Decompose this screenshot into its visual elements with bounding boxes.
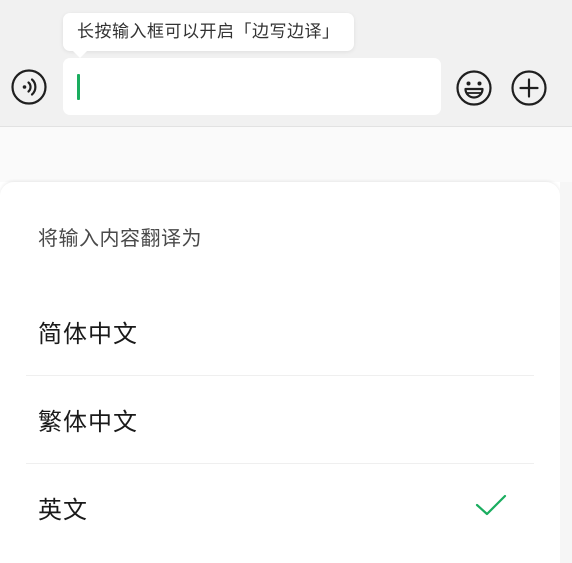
emoji-icon — [456, 70, 492, 106]
chat-input-bar: 长按输入框可以开启「边写边译」 — [0, 0, 572, 126]
checkmark-icon — [475, 494, 507, 516]
language-option-simplified-chinese[interactable]: 简体中文 — [0, 288, 560, 376]
hint-tooltip: 长按输入框可以开启「边写边译」 — [63, 13, 354, 51]
emoji-button[interactable] — [455, 69, 493, 107]
sheet-title: 将输入内容翻译为 — [38, 226, 202, 250]
background-edge — [560, 182, 572, 563]
plus-circle-icon — [511, 70, 547, 106]
more-actions-button[interactable] — [510, 69, 548, 107]
language-option-english[interactable]: 英文 — [0, 464, 560, 552]
background-gap — [0, 127, 572, 182]
language-option-label: 简体中文 — [38, 320, 138, 348]
text-caret — [77, 74, 80, 100]
voice-input-icon — [11, 69, 47, 105]
message-input[interactable] — [63, 58, 441, 115]
voice-input-button[interactable] — [11, 69, 47, 105]
screen: 长按输入框可以开启「边写边译」 将输入内容翻译为 简体中文 繁体中文 英文 — [0, 0, 572, 563]
language-option-label: 英文 — [38, 496, 88, 524]
translate-language-sheet: 将输入内容翻译为 简体中文 繁体中文 英文 — [0, 182, 560, 563]
language-option-traditional-chinese[interactable]: 繁体中文 — [0, 376, 560, 464]
language-option-label: 繁体中文 — [38, 408, 138, 436]
tooltip-arrow — [72, 50, 88, 58]
